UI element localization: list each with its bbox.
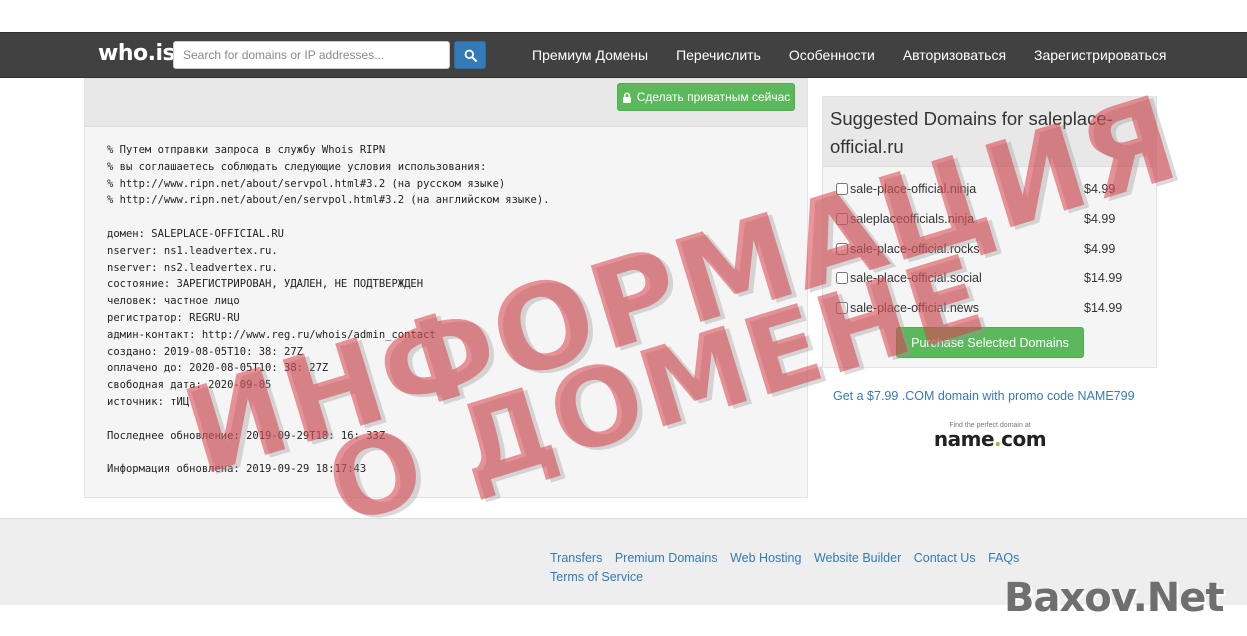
footer-link-transfers[interactable]: Transfers bbox=[550, 551, 602, 565]
search-input[interactable] bbox=[173, 41, 450, 69]
footer-link-premium-domains[interactable]: Premium Domains bbox=[615, 551, 718, 565]
whois-line: оплачено до: 2020-08-05T10: 38: 27Z bbox=[107, 362, 329, 375]
lock-icon bbox=[622, 91, 631, 103]
footer-link-contact-us[interactable]: Contact Us bbox=[914, 551, 976, 565]
domain-price: $4.99 bbox=[1084, 242, 1116, 256]
whois-line: % http://www.ripn.net/about/servpol.html… bbox=[107, 177, 506, 190]
whois-line: источник: тИЦ bbox=[107, 395, 190, 408]
domain-price: $4.99 bbox=[1084, 182, 1116, 196]
whois-line: домен: SALEPLACE-OFFICIAL.RU bbox=[107, 227, 285, 240]
make-private-label: Сделать приватным сейчас bbox=[636, 90, 791, 104]
domain-name: sale-place-official.ninja bbox=[850, 182, 977, 196]
domain-price: $14.99 bbox=[1084, 271, 1123, 285]
whois-line: свободная дата: 2020-09-05 bbox=[107, 379, 272, 392]
domain-name: sale-place-official.news bbox=[850, 301, 979, 315]
domain-price: $14.99 bbox=[1084, 301, 1123, 315]
whois-line: % Путем отправки запроса в службу Whois … bbox=[107, 144, 386, 156]
domain-price: $4.99 bbox=[1084, 212, 1116, 226]
domain-option: sale-place-official.ninja $4.99 bbox=[836, 180, 1136, 200]
suggested-domains-header: Suggested Domains for saleplace-official… bbox=[823, 97, 1156, 167]
domain-name: sale-place-official.social bbox=[850, 271, 982, 285]
domain-checkbox[interactable] bbox=[836, 213, 848, 225]
promo-link[interactable]: Get a $7.99 .COM domain with promo code … bbox=[833, 389, 1135, 403]
whois-line: % http://www.ripn.net/about/en/servpol.h… bbox=[107, 194, 550, 207]
whois-line: Информация обновлена: 2019-09-29 18:17:4… bbox=[107, 463, 367, 476]
domain-checkbox[interactable] bbox=[836, 272, 848, 284]
nav-login[interactable]: Авторизоваться bbox=[889, 47, 1020, 63]
nav-register[interactable]: Зарегистрироваться bbox=[1020, 47, 1180, 63]
whois-line: создано: 2019-08-05T10: 38: 27Z bbox=[107, 345, 303, 358]
footer-link-terms[interactable]: Terms of Service bbox=[550, 570, 643, 584]
nav-features[interactable]: Особенности bbox=[775, 47, 889, 63]
whois-line: админ-контакт: http://www.reg.ru/whois/a… bbox=[107, 328, 436, 341]
domain-name: sale-place-official.rocks bbox=[850, 242, 980, 256]
whois-line bbox=[107, 411, 797, 428]
domain-option: sale-place-official.rocks $4.99 bbox=[836, 240, 1136, 260]
domain-checkbox[interactable] bbox=[836, 302, 848, 314]
nav-links: Премиум Домены Перечислить Особенности А… bbox=[518, 33, 1180, 77]
nav-list[interactable]: Перечислить bbox=[662, 47, 775, 63]
site-watermark: Baxov.Net bbox=[1004, 575, 1224, 621]
whois-line: состояние: ЗАРЕГИСТРИРОВАН, УДАЛЕН, НЕ П… bbox=[107, 278, 424, 291]
make-private-button[interactable]: Сделать приватным сейчас bbox=[617, 83, 795, 111]
search-icon bbox=[464, 49, 477, 62]
suggested-domains-title: Suggested Domains for saleplace-official… bbox=[830, 108, 1113, 157]
namecom-ad[interactable]: Find the perfect domain at name.com bbox=[925, 422, 1055, 451]
footer-link-faqs[interactable]: FAQs bbox=[988, 551, 1019, 565]
whois-line: регистратор: REGRU-RU bbox=[107, 311, 240, 324]
domain-option: sale-place-official.social $14.99 bbox=[836, 269, 1136, 289]
namecom-logo: name.com bbox=[925, 427, 1055, 451]
whois-line bbox=[107, 209, 797, 226]
suggested-domains-box: Suggested Domains for saleplace-official… bbox=[822, 96, 1157, 368]
whois-line bbox=[107, 444, 797, 461]
whois-line: человек: частное лицо bbox=[107, 295, 240, 308]
domain-checkbox[interactable] bbox=[836, 243, 848, 255]
purchase-selected-button[interactable]: Purchase Selected Domains bbox=[896, 327, 1084, 358]
domain-checkbox[interactable] bbox=[836, 183, 848, 195]
search-button[interactable] bbox=[454, 41, 486, 69]
whois-panel-header: Сделать приватным сейчас bbox=[85, 79, 807, 127]
domain-option: sale-place-official.news $14.99 bbox=[836, 299, 1136, 319]
whois-record: % Путем отправки запроса в службу Whois … bbox=[107, 142, 797, 478]
top-navbar: who.is Премиум Домены Перечислить Особен… bbox=[0, 32, 1247, 78]
whois-line: nserver: ns1.leadvertex.ru. bbox=[107, 244, 278, 257]
footer-link-website-builder[interactable]: Website Builder bbox=[814, 551, 901, 565]
domain-option: saleplaceofficials.ninja $4.99 bbox=[836, 210, 1136, 230]
namecom-logo-name: name bbox=[933, 427, 995, 451]
namecom-logo-tld: com bbox=[1001, 427, 1047, 451]
whois-panel: Сделать приватным сейчас % Путем отправк… bbox=[84, 78, 808, 498]
nav-premium-domains[interactable]: Премиум Домены bbox=[518, 47, 662, 63]
whois-logo[interactable]: who.is bbox=[98, 41, 176, 66]
whois-line: nserver: ns2.leadvertex.ru. bbox=[107, 261, 278, 274]
whois-line: % вы соглашаетесь соблюдать следующие ус… bbox=[107, 160, 487, 173]
whois-line: Последнее обновление: 2019-09-29T18: 16:… bbox=[107, 429, 386, 442]
domain-name: saleplaceofficials.ninja bbox=[850, 212, 975, 226]
footer-link-web-hosting[interactable]: Web Hosting bbox=[730, 551, 801, 565]
